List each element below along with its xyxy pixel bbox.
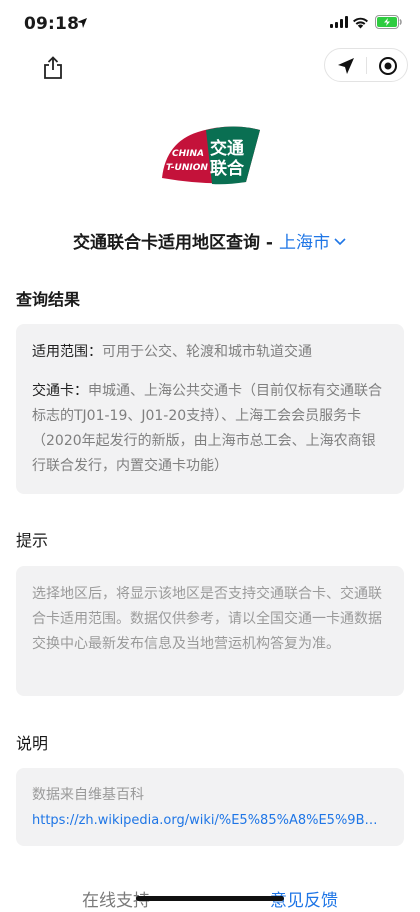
logo-cn-line2: 联合 — [210, 158, 245, 179]
tip-text: 选择地区后，将显示该地区是否支持交通联合卡、交通联合卡适用范围。数据仅供参考，请… — [32, 586, 382, 652]
mini-program-capsule — [324, 48, 408, 82]
city-selector[interactable]: 上海市 — [279, 233, 330, 253]
capsule-divider — [366, 57, 367, 74]
close-target-icon[interactable] — [378, 56, 398, 76]
battery-icon — [375, 15, 402, 29]
navigation-arrow-icon[interactable] — [336, 56, 356, 76]
scope-label: 适用范围： — [32, 344, 102, 360]
query-title-row: 交通联合卡适用地区查询 - 上海市 — [0, 228, 420, 253]
logo-tunion-text: T-UNION — [166, 163, 208, 173]
share-icon[interactable] — [40, 55, 66, 81]
card-row: 交通卡：申城通、上海公共交通卡（目前仅标有交通联合标志的TJ01-19、J01-… — [32, 379, 388, 479]
chevron-down-icon[interactable] — [333, 237, 347, 247]
tip-heading: 提示 — [16, 531, 49, 550]
status-bar: 09:18 — [0, 0, 420, 44]
china-t-union-logo: CHINA T-UNION 交通 联合 — [162, 126, 260, 185]
page-title: 交通联合卡适用地区查询 - — [73, 233, 273, 253]
result-card: 适用范围：可用于公交、轮渡和城市轨道交通 交通卡：申城通、上海公共交通卡（目前仅… — [16, 324, 404, 494]
status-time: 09:18 — [24, 14, 80, 34]
home-indicator — [136, 896, 284, 901]
tip-card: 选择地区后，将显示该地区是否支持交通联合卡、交通联合卡适用范围。数据仅供参考，请… — [16, 566, 404, 696]
result-heading: 查询结果 — [16, 290, 81, 309]
logo-china-text: CHINA — [172, 149, 204, 159]
scope-row: 适用范围：可用于公交、轮渡和城市轨道交通 — [32, 340, 388, 365]
wifi-icon — [353, 17, 368, 29]
note-heading: 说明 — [16, 734, 49, 753]
source-text: 数据来自维基百科 — [32, 787, 144, 803]
location-arrow-icon — [77, 18, 87, 28]
scope-value: 可用于公交、轮渡和城市轨道交通 — [102, 344, 312, 360]
cellular-signal-icon — [330, 16, 348, 28]
wikipedia-link[interactable]: https://zh.wikipedia.org/wiki/%E5%85%A8%… — [32, 810, 388, 832]
logo-cn-line1: 交通 — [210, 138, 244, 159]
note-card: 数据来自维基百科 https://zh.wikipedia.org/wiki/%… — [16, 768, 404, 846]
card-label: 交通卡： — [32, 383, 88, 399]
